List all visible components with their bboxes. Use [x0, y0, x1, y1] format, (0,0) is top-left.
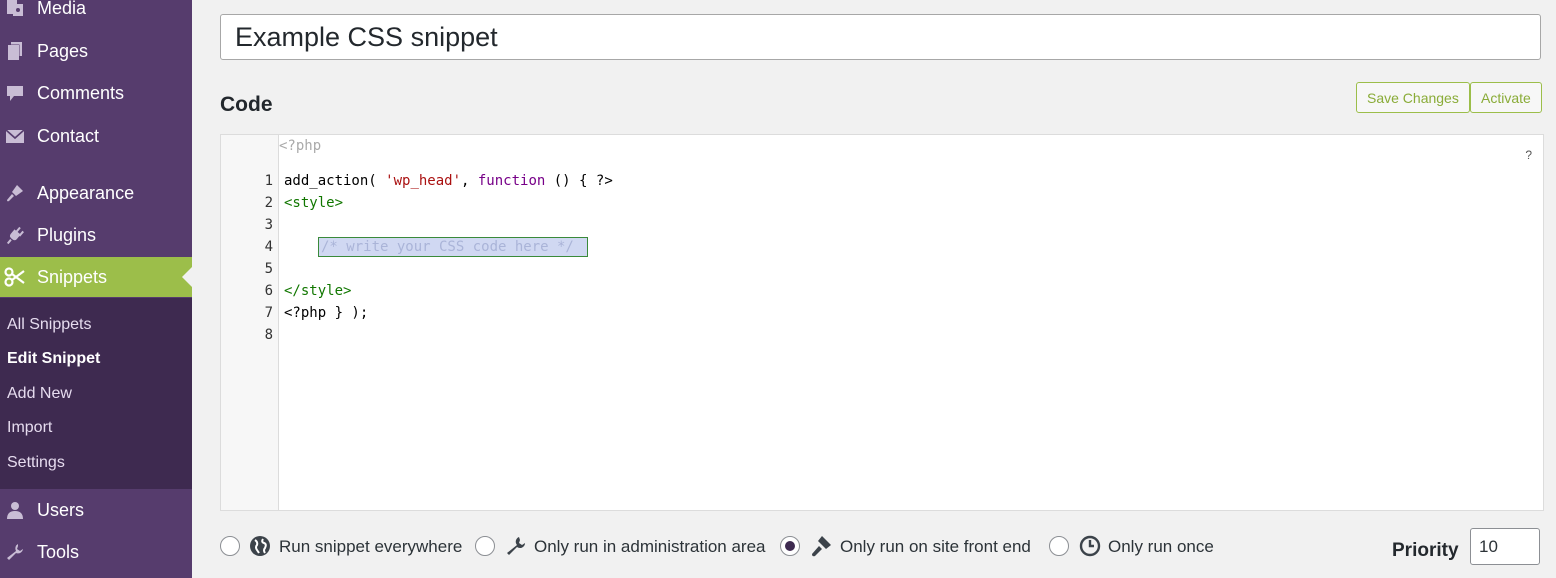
line-number: 1 [264, 173, 273, 189]
code-line-1: add_action( 'wp_head', function () { ?> [284, 173, 613, 189]
envelope-icon [4, 125, 26, 147]
menu-item-plugins[interactable]: Plugins [0, 215, 192, 255]
line-number: 2 [264, 195, 273, 211]
wrench-icon [4, 541, 26, 563]
activate-button[interactable]: Activate [1470, 82, 1542, 113]
menu-item-pages[interactable]: Pages [0, 31, 192, 71]
scissors-icon [4, 266, 26, 288]
line-number: 5 [264, 261, 273, 277]
scope-label-everywhere: Run snippet everywhere [279, 537, 463, 556]
scope-label-once: Only run once [1108, 537, 1214, 556]
line-number: 7 [264, 305, 273, 321]
code-token-string: 'wp_head' [385, 173, 462, 189]
snippets-submenu: All Snippets Edit Snippet Add New Import… [0, 298, 192, 489]
menu-item-label: Pages [37, 40, 89, 61]
line-number: 6 [264, 283, 273, 299]
menu-item-label: Media [37, 0, 87, 18]
scope-radio-everywhere[interactable] [220, 536, 240, 556]
line-number-gutter: 1 2 3 4 5 6 7 8 [221, 135, 279, 510]
wrench-icon [505, 535, 527, 557]
selected-css-comment: /* write your CSS code here */ [318, 237, 588, 257]
line-number: 4 [264, 239, 273, 255]
admin-sidebar: Media Pages Comments Contact Appearance … [0, 0, 192, 578]
menu-item-label: Comments [37, 82, 125, 103]
code-line-2: <style> [284, 195, 344, 211]
code-editor[interactable]: 1 2 3 4 5 6 7 8 <?php add_action( 'wp_he… [220, 134, 1544, 511]
pages-icon [4, 40, 26, 62]
menu-item-users[interactable]: Users [0, 490, 192, 530]
submenu-edit-snippet[interactable]: Edit Snippet [7, 350, 100, 368]
scope-label-admin: Only run in administration area [534, 537, 766, 556]
submenu-all-snippets[interactable]: All Snippets [7, 316, 92, 334]
line-number: 8 [264, 327, 273, 343]
menu-item-snippets[interactable]: Snippets [0, 257, 192, 297]
scope-radio-admin[interactable] [475, 536, 495, 556]
snippet-title-input[interactable] [220, 14, 1541, 60]
menu-item-label: Snippets [37, 266, 108, 287]
user-icon [4, 499, 26, 521]
paintbrush-icon [4, 182, 26, 204]
code-token: add_action( [284, 173, 386, 189]
menu-item-appearance[interactable]: Appearance [0, 173, 192, 213]
save-changes-button[interactable]: Save Changes [1356, 82, 1470, 113]
menu-item-comments[interactable]: Comments [0, 73, 192, 113]
submenu-import[interactable]: Import [7, 419, 52, 437]
menu-item-label: Users [37, 499, 85, 520]
submenu-add-new[interactable]: Add New [7, 385, 72, 403]
comments-icon [4, 82, 26, 104]
clock-icon [1079, 535, 1101, 557]
globe-icon [249, 535, 271, 557]
menu-item-label: Appearance [37, 182, 135, 203]
scope-radio-once[interactable] [1049, 536, 1069, 556]
code-line-6: </style> [284, 283, 352, 299]
code-token-keyword: function [477, 173, 546, 189]
menu-item-label: Plugins [37, 224, 97, 245]
code-token: () { ?> [545, 173, 613, 189]
media-icon [4, 0, 26, 19]
code-heading: Code [220, 93, 273, 116]
scope-label-front-end: Only run on site front end [840, 537, 1031, 556]
code-token: , [461, 173, 478, 189]
menu-item-contact[interactable]: Contact [0, 116, 192, 156]
priority-input[interactable] [1470, 528, 1540, 565]
menu-item-media[interactable]: Media [0, 0, 192, 28]
php-open-tag: <?php [279, 138, 322, 154]
editor-help-link[interactable]: ? [1525, 148, 1532, 162]
menu-item-label: Tools [37, 541, 80, 562]
submenu-settings[interactable]: Settings [7, 454, 65, 472]
scope-radio-front-end[interactable] [780, 536, 800, 556]
hammer-icon [810, 535, 832, 557]
plugin-icon [4, 224, 26, 246]
code-line-7: <?php } ); [284, 305, 369, 321]
line-number: 3 [264, 217, 273, 233]
menu-item-tools[interactable]: Tools [0, 532, 192, 572]
priority-label: Priority [1392, 540, 1459, 561]
menu-item-label: Contact [37, 125, 100, 146]
